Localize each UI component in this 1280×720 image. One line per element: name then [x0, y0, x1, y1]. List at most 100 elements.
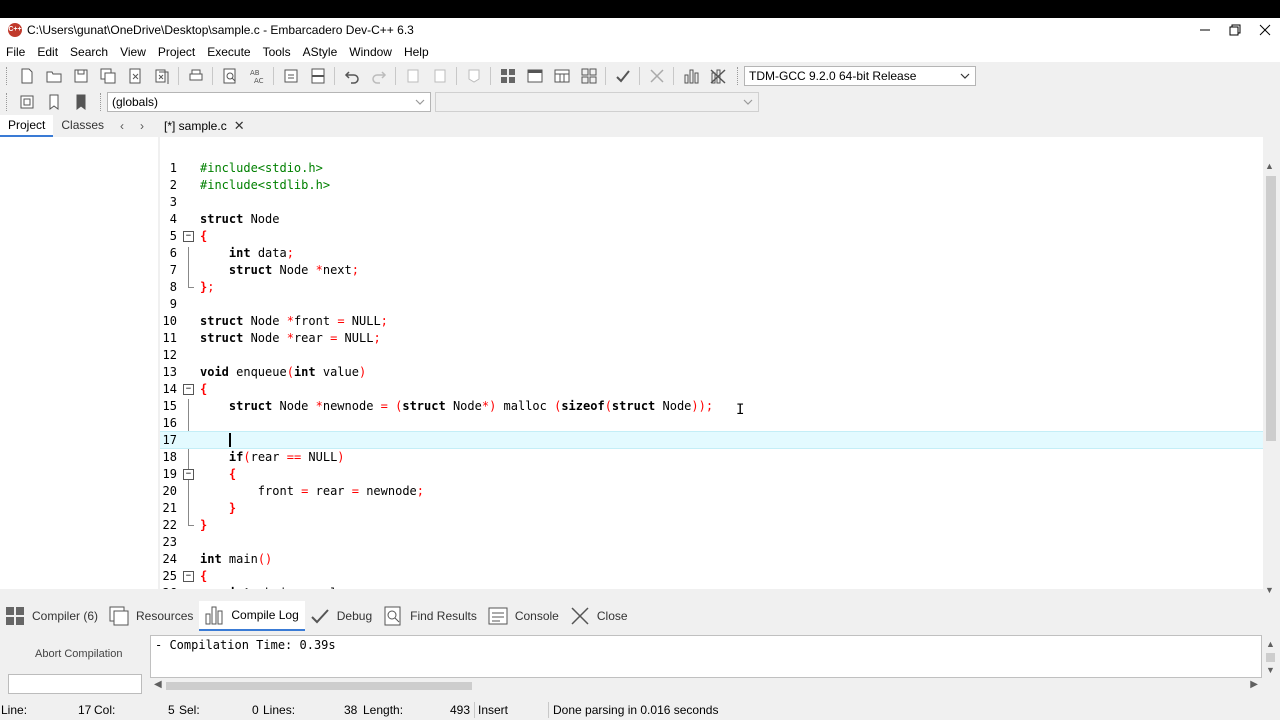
- tab-label: Compile Log: [231, 608, 299, 622]
- fold-collapse-icon[interactable]: −: [183, 231, 194, 242]
- fold-collapse-icon[interactable]: −: [183, 469, 194, 480]
- code-line: 18 if(rear == NULL): [160, 449, 1263, 466]
- unindent-button[interactable]: [426, 65, 453, 87]
- compile-button[interactable]: [494, 65, 521, 87]
- new-file-button[interactable]: [13, 65, 40, 87]
- restore-button[interactable]: [1220, 18, 1250, 42]
- toolbar-separator: [273, 67, 274, 85]
- code-line: 6 int data;: [160, 245, 1263, 262]
- open-button[interactable]: [40, 65, 67, 87]
- minimize-button[interactable]: [1190, 18, 1220, 42]
- tab-compile-log[interactable]: Compile Log: [199, 601, 305, 631]
- tab-compiler[interactable]: Compiler (6): [0, 601, 104, 631]
- comment-icon: [284, 69, 297, 83]
- line-number: 14: [162, 382, 177, 396]
- chevron-right-icon[interactable]: ›: [132, 119, 152, 133]
- undo-button[interactable]: [338, 65, 365, 87]
- devcpp-app-icon: C++: [8, 23, 22, 37]
- menu-window[interactable]: Window: [343, 45, 398, 59]
- chevron-left-icon[interactable]: ‹: [112, 119, 132, 133]
- close-panel-button[interactable]: Close: [565, 601, 634, 631]
- fold-collapse-icon[interactable]: −: [183, 384, 194, 395]
- status-lines-value: 38: [344, 703, 358, 717]
- redo-button[interactable]: [365, 65, 392, 87]
- close-window-button[interactable]: [1250, 18, 1280, 42]
- tab-classes[interactable]: Classes: [53, 115, 112, 137]
- code-line: 11 struct Node *rear = NULL;: [160, 330, 1263, 347]
- scroll-left-icon[interactable]: ◀: [154, 679, 162, 690]
- log-vertical-scrollbar[interactable]: ▲ ▼: [1263, 635, 1278, 678]
- code-line: 26 int choice, value;: [160, 585, 1263, 589]
- toggle-comment-button[interactable]: [277, 65, 304, 87]
- log-horizontal-scrollbar[interactable]: ◀ ▶: [150, 678, 1262, 694]
- syntax-check-button[interactable]: [609, 65, 636, 87]
- code-editor[interactable]: 1 #include<stdio.h> 2 #include<stdlib.h> 3…: [160, 137, 1263, 589]
- save-button[interactable]: [67, 65, 94, 87]
- code-line: 25−{: [160, 568, 1263, 585]
- scroll-down-icon[interactable]: ▼: [1266, 665, 1275, 675]
- code-text: }: [200, 518, 208, 532]
- menu-project[interactable]: Project: [152, 45, 201, 59]
- collapse-button[interactable]: [304, 65, 331, 87]
- tab-debug[interactable]: Debug: [305, 601, 378, 631]
- scrollbar-thumb[interactable]: [166, 682, 472, 690]
- menu-help[interactable]: Help: [398, 45, 435, 59]
- run-button[interactable]: [521, 65, 548, 87]
- code-line: 9: [160, 296, 1263, 313]
- close-all-button[interactable]: [148, 65, 175, 87]
- scroll-right-icon[interactable]: ▶: [1250, 679, 1258, 690]
- tab-project[interactable]: Project: [0, 115, 54, 137]
- menu-execute[interactable]: Execute: [201, 45, 256, 59]
- compile-run-button[interactable]: [548, 65, 575, 87]
- save-all-button[interactable]: [94, 65, 121, 87]
- function-select[interactable]: [435, 92, 759, 112]
- menu-tools[interactable]: Tools: [257, 45, 297, 59]
- project-tree[interactable]: [0, 137, 158, 589]
- delete-profile-button[interactable]: [704, 65, 731, 87]
- scope-select[interactable]: (globals): [107, 92, 431, 112]
- print-button[interactable]: [182, 65, 209, 87]
- toolbar-grip[interactable]: [6, 67, 9, 85]
- menu-view[interactable]: View: [114, 45, 152, 59]
- find-results-icon: [384, 606, 401, 626]
- menu-astyle[interactable]: AStyle: [297, 45, 344, 59]
- rebuild-all-button[interactable]: [575, 65, 602, 87]
- menu-edit[interactable]: Edit: [31, 45, 64, 59]
- find-button[interactable]: [216, 65, 243, 87]
- replace-button[interactable]: AB AC: [243, 65, 270, 87]
- code-line: 1 #include<stdio.h>: [160, 160, 1263, 177]
- toggle-bookmark-button[interactable]: [40, 91, 67, 113]
- menu-search[interactable]: Search: [64, 45, 114, 59]
- bookmark-button[interactable]: [460, 65, 487, 87]
- editor-tab-sample[interactable]: [*] sample.c ✕: [160, 115, 249, 137]
- tab-find-results[interactable]: Find Results: [378, 601, 483, 631]
- toolbar-separator: [490, 67, 491, 85]
- profile-button[interactable]: [677, 65, 704, 87]
- compiler-select[interactable]: TDM-GCC 9.2.0 64-bit Release: [744, 66, 976, 86]
- scroll-up-icon[interactable]: ▲: [1265, 161, 1274, 171]
- tab-resources[interactable]: Resources: [104, 601, 199, 631]
- menu-file[interactable]: File: [0, 45, 31, 59]
- scroll-up-icon[interactable]: ▲: [1266, 639, 1275, 649]
- tab-console[interactable]: Console: [483, 601, 565, 631]
- fold-collapse-icon[interactable]: −: [183, 571, 194, 582]
- toolbar-grip[interactable]: [6, 93, 9, 111]
- goto-bookmark-button[interactable]: [67, 91, 94, 113]
- close-tab-icon[interactable]: ✕: [234, 118, 245, 134]
- editor-vertical-scrollbar[interactable]: ▲ ▼: [1263, 160, 1278, 596]
- compile-log-output[interactable]: - Compilation Time: 0.39s: [150, 635, 1262, 678]
- indent-button[interactable]: [399, 65, 426, 87]
- line-number: 6: [169, 246, 177, 260]
- status-lines-label: Lines:: [263, 703, 296, 717]
- toolbar-grip[interactable]: [100, 93, 103, 111]
- code-line: 7 struct Node *next;: [160, 262, 1263, 279]
- scroll-down-icon[interactable]: ▼: [1265, 585, 1274, 595]
- abort-compilation-button[interactable]: Abort Compilation: [35, 648, 122, 660]
- toolbar-grip[interactable]: [737, 67, 740, 85]
- stop-button[interactable]: [643, 65, 670, 87]
- close-file-button[interactable]: [121, 65, 148, 87]
- scrollbar-thumb[interactable]: [1266, 176, 1276, 441]
- insert-button[interactable]: [13, 91, 40, 113]
- code-line: 14−{: [160, 381, 1263, 398]
- scrollbar-thumb[interactable]: [1266, 653, 1275, 662]
